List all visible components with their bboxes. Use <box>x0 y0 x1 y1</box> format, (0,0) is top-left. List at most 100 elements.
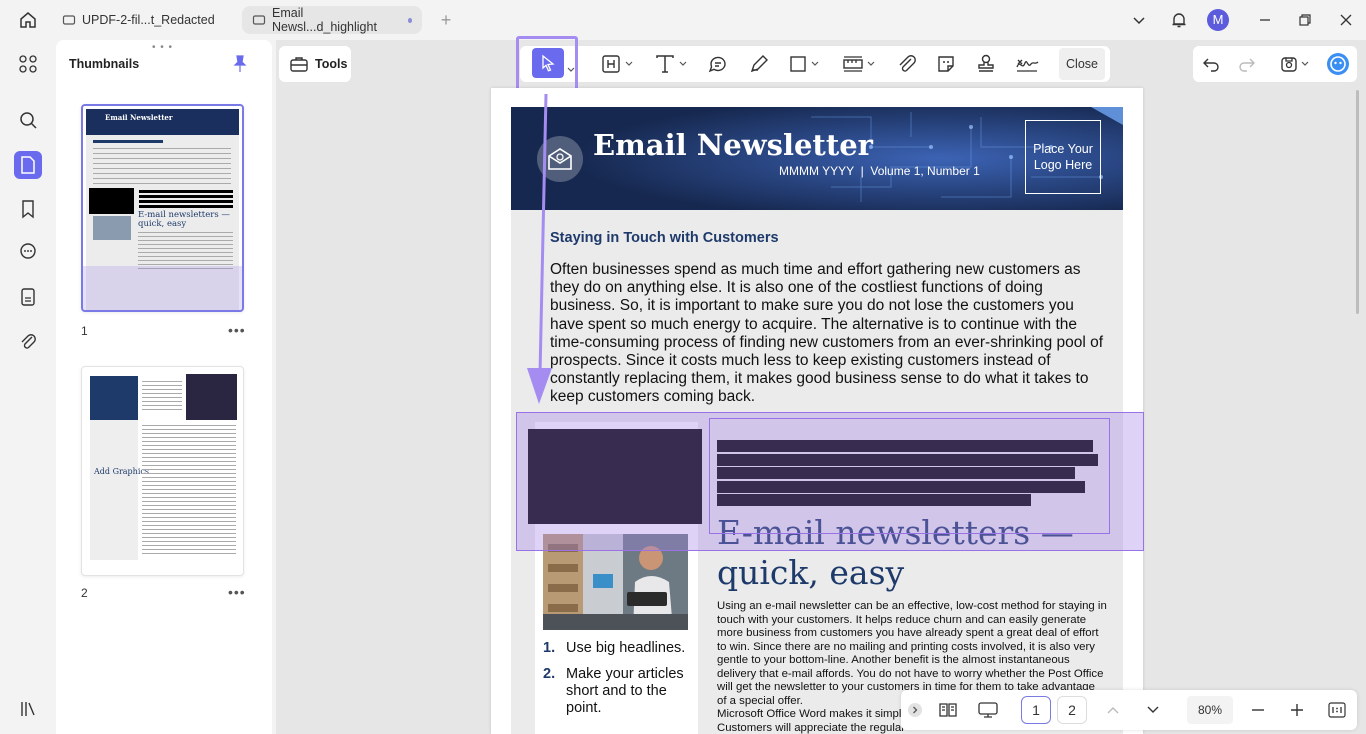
thumb-title-text: Email Newsletter <box>105 113 173 122</box>
newsletter-subtitle: MMMM YYYY | Volume 1, Number 1 <box>779 164 980 178</box>
paperclip-icon <box>899 55 916 72</box>
library-icon[interactable] <box>14 695 42 723</box>
measure-tool[interactable] <box>842 50 875 78</box>
chevron-down-icon <box>1301 61 1308 66</box>
text-box-tool[interactable] <box>600 50 633 78</box>
shape-tool[interactable] <box>788 50 819 78</box>
thumbnails-icon[interactable] <box>14 151 42 179</box>
tab-email-newsletter[interactable]: Email Newsl...d_highlight <box>242 6 422 34</box>
thumb-add-graphics: Add Graphics <box>94 467 149 476</box>
pencil-tool[interactable] <box>748 50 770 78</box>
restore-icon[interactable] <box>1293 8 1317 32</box>
avatar[interactable]: M <box>1207 9 1229 31</box>
thumb-redaction-lines <box>139 190 233 210</box>
page-number-label: 1 <box>81 324 88 338</box>
tools-label: Tools <box>315 57 348 71</box>
chevron-down-icon <box>867 61 875 66</box>
history-toolbar <box>1193 46 1357 82</box>
ai-assistant-icon[interactable] <box>1325 50 1351 78</box>
document-tab-icon <box>62 13 76 27</box>
previous-page-icon[interactable] <box>1103 696 1123 724</box>
signature-tool[interactable] <box>1014 50 1040 78</box>
thumb-heading: E-mail newsletters — quick, easy <box>138 210 230 229</box>
thumb-heading-line <box>93 140 163 143</box>
stamp-tool[interactable] <box>975 50 997 78</box>
presentation-icon[interactable] <box>975 696 1001 724</box>
chevron-down-icon[interactable] <box>1127 8 1151 32</box>
home-icon[interactable] <box>14 8 42 32</box>
cursor-icon <box>542 54 555 72</box>
actual-size-icon[interactable] <box>1327 696 1347 724</box>
vertical-scrollbar[interactable] <box>1356 90 1359 314</box>
title-bar: UPDF-2-fil...t_Redacted Email Newsl...d_… <box>0 0 1366 40</box>
newsletter-title: Email Newsletter <box>593 128 873 162</box>
newsletter-banner: Email Newsletter MMMM YYYY | Volume 1, N… <box>511 107 1123 210</box>
text-tool[interactable] <box>654 50 687 78</box>
page-button-2[interactable]: 2 <box>1057 696 1087 724</box>
pin-icon[interactable] <box>232 55 248 73</box>
page-thumbnail-2[interactable]: Add Graphics <box>81 366 244 576</box>
document-page: Email Newsletter MMMM YYYY | Volume 1, N… <box>491 88 1143 734</box>
select-tool[interactable] <box>532 48 564 78</box>
bookmark-icon[interactable] <box>14 195 42 223</box>
annotation-toolbar <box>520 46 1110 82</box>
chevron-down-icon[interactable] <box>567 60 575 78</box>
minimize-icon[interactable] <box>1253 8 1277 32</box>
thumb-image <box>186 374 237 420</box>
collapse-arrow-icon[interactable] <box>907 696 923 724</box>
sticker-icon <box>938 56 954 72</box>
page-thumbnail-1[interactable]: Email Newsletter E-mail newsletters — qu… <box>81 104 244 312</box>
page-number-label: 2 <box>81 586 88 600</box>
signature-icon <box>1016 59 1039 72</box>
chevron-down-icon <box>811 61 819 66</box>
attachment-list-icon[interactable] <box>14 283 42 311</box>
thumbnails-title: Thumbnails <box>69 57 140 71</box>
more-options-icon[interactable]: ••• <box>228 322 246 338</box>
section-heading: Staying in Touch with Customers <box>550 230 779 246</box>
undo-icon[interactable] <box>1201 50 1221 78</box>
document-tab-icon <box>252 13 266 27</box>
thumb-photo <box>93 216 131 240</box>
more-options-icon[interactable]: ••• <box>228 584 246 600</box>
close-tools-button[interactable]: Close <box>1059 48 1105 80</box>
list-item: 2. Make your articles short and to the po… <box>543 666 684 716</box>
thumb-sidebar <box>90 420 138 560</box>
thumb-sidebar-block <box>90 376 138 420</box>
page-button-1[interactable]: 1 <box>1021 696 1051 724</box>
text-box-icon <box>602 55 620 73</box>
logo-placeholder: Place Your Logo Here <box>1025 120 1101 194</box>
section-body: Often businesses spend as much time and … <box>550 261 1104 406</box>
comment-icon <box>708 56 726 73</box>
next-page-icon[interactable] <box>1143 696 1163 724</box>
comment-tool[interactable] <box>707 50 729 78</box>
page-navigation-bar: 1 2 80% <box>901 690 1357 730</box>
paperclip-icon[interactable] <box>14 327 42 355</box>
bell-icon[interactable] <box>1167 8 1191 32</box>
stamp-icon <box>978 54 994 72</box>
thumb-text-lines <box>138 232 233 270</box>
thumb-text-lines <box>93 148 231 184</box>
search-icon[interactable] <box>14 106 42 134</box>
reading-mode-icon[interactable] <box>935 696 961 724</box>
unsaved-dot-icon <box>407 17 412 23</box>
zoom-out-icon[interactable] <box>1248 696 1268 724</box>
sticker-tool[interactable] <box>935 50 957 78</box>
redo-icon[interactable] <box>1237 50 1257 78</box>
new-tab-button[interactable]: + <box>436 9 456 31</box>
tools-button[interactable]: Tools <box>279 46 351 82</box>
apps-grid-icon[interactable] <box>14 50 42 78</box>
tab-updf-redacted[interactable]: UPDF-2-fil...t_Redacted <box>52 6 238 34</box>
text-icon <box>656 55 674 73</box>
tab-label: UPDF-2-fil...t_Redacted <box>82 13 215 27</box>
zoom-level[interactable]: 80% <box>1187 696 1233 724</box>
drag-handle-icon[interactable]: • • • <box>152 42 173 53</box>
attach-tool[interactable] <box>896 50 918 78</box>
zoom-in-icon[interactable] <box>1287 696 1307 724</box>
thumbnails-panel: • • • Thumbnails Email Newsletter E-mail… <box>56 40 272 734</box>
save-icon[interactable] <box>1277 50 1311 78</box>
comment-icon[interactable] <box>14 238 42 266</box>
thumb-text-lines <box>142 381 182 411</box>
pencil-icon <box>750 55 768 73</box>
chevron-down-icon <box>679 61 687 66</box>
close-window-icon[interactable] <box>1334 8 1358 32</box>
